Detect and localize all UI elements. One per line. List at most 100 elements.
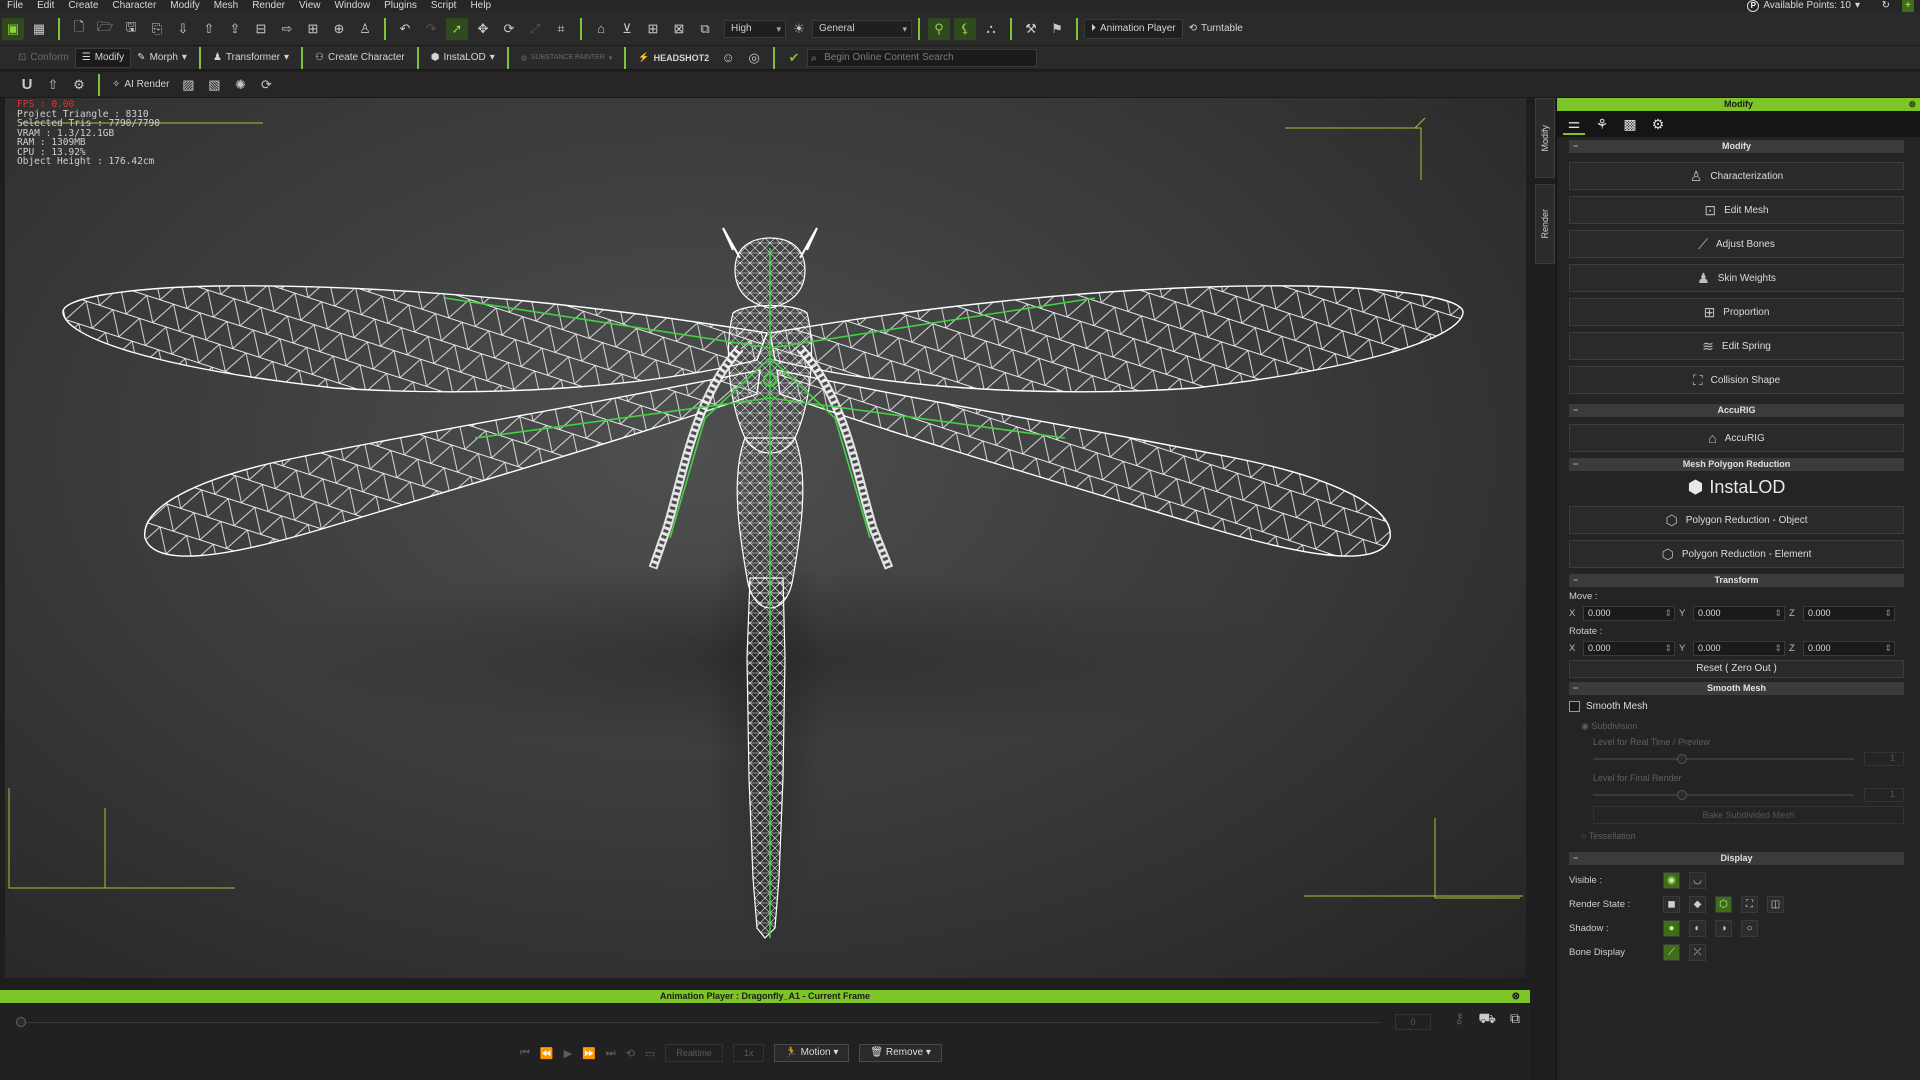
export-dropdown-icon[interactable]: ⇪: [224, 18, 246, 40]
shadow-receive-icon[interactable]: ◑: [1715, 919, 1732, 937]
headshot-button[interactable]: ⚡ HEADSHOT2: [632, 48, 715, 68]
section-smooth-mesh[interactable]: − Smooth Mesh: [1569, 682, 1904, 695]
3d-viewport[interactable]: FPS : 0.00 Project Triangle : 8310 Selec…: [5, 98, 1526, 978]
close-icon[interactable]: ⊗: [1908, 98, 1916, 111]
transformer-button[interactable]: ♟ Transformer ▾: [207, 48, 295, 68]
quality-dropdown[interactable]: High: [724, 19, 786, 38]
adjust-bones-button[interactable]: ⟋ Adjust Bones: [1569, 230, 1904, 258]
section-accurig[interactable]: − AccuRIG: [1569, 404, 1904, 417]
content-icon[interactable]: ✔: [783, 47, 805, 69]
light-icon[interactable]: ☀: [788, 18, 810, 40]
menu-script[interactable]: Script: [424, 0, 464, 12]
scale-icon[interactable]: ⤢: [524, 18, 546, 40]
remove-button[interactable]: 🗑 Remove ▾: [859, 1044, 942, 1062]
characterization-button[interactable]: ♙ Characterization: [1569, 162, 1904, 190]
head-icon[interactable]: ☺: [717, 47, 739, 69]
figure-icon[interactable]: ♙: [354, 18, 376, 40]
section-display[interactable]: − Display: [1569, 852, 1904, 865]
speed-dropdown[interactable]: 1x: [732, 1044, 765, 1062]
move-y-input[interactable]: 0.000: [1693, 606, 1785, 621]
image-icon[interactable]: ▨: [177, 74, 199, 96]
layers-icon[interactable]: ⧉: [694, 18, 716, 40]
smooth-mesh-checkbox-row[interactable]: Smooth Mesh: [1569, 701, 1908, 712]
tools-icon[interactable]: ⚒: [1020, 18, 1042, 40]
image-export-icon[interactable]: ▧: [203, 74, 225, 96]
sun-settings-icon[interactable]: ✺: [229, 74, 251, 96]
new-file-icon[interactable]: 🗋: [68, 18, 90, 40]
flag-icon[interactable]: ⚑: [1046, 18, 1068, 40]
snap-icon[interactable]: ⌗: [550, 18, 572, 40]
shadow-on-icon[interactable]: ●: [1663, 919, 1680, 937]
section-modify[interactable]: − Modify: [1569, 140, 1904, 153]
tab-render[interactable]: Render: [1535, 184, 1555, 264]
content-search-input[interactable]: ⌕ Begin Online Content Search: [807, 48, 1038, 67]
frame-icon[interactable]: ⊠: [668, 18, 690, 40]
link-icon[interactable]: ⟳: [255, 74, 277, 96]
proportion-button[interactable]: ⊞ Proportion: [1569, 298, 1904, 326]
reset-transform-button[interactable]: Reset ( Zero Out ): [1569, 660, 1904, 678]
refresh-icon[interactable]: ↻: [1882, 0, 1890, 12]
render-wireframe-icon[interactable]: ⬡: [1715, 895, 1732, 913]
checker-icon[interactable]: ▩: [1619, 113, 1641, 135]
settings-gear-icon[interactable]: ⚙: [68, 74, 90, 96]
menu-character[interactable]: Character: [105, 0, 163, 12]
upload-icon[interactable]: ⇧: [42, 74, 64, 96]
menu-create[interactable]: Create: [61, 0, 105, 12]
pack-icon[interactable]: ⊟: [250, 18, 272, 40]
eye-closed-icon[interactable]: ◡: [1689, 871, 1706, 889]
save-as-icon[interactable]: ⎘: [146, 18, 168, 40]
menu-window[interactable]: Window: [328, 0, 378, 12]
loop-icon[interactable]: ⟲: [626, 1047, 635, 1060]
rotate-z-input[interactable]: 0.000: [1803, 641, 1895, 656]
turntable-button[interactable]: ⟲ Turntable: [1183, 19, 1249, 39]
render-shaded-icon[interactable]: ◼: [1663, 895, 1680, 913]
next-frame-icon[interactable]: ⏩: [582, 1047, 596, 1060]
current-frame-input[interactable]: 0: [1395, 1014, 1431, 1030]
menu-mesh[interactable]: Mesh: [207, 0, 245, 12]
move-z-input[interactable]: 0.000: [1803, 606, 1895, 621]
go-to-start-icon[interactable]: ⏮: [520, 1047, 530, 1060]
menu-file[interactable]: File: [0, 0, 30, 12]
mocap-icon[interactable]: ⚲: [928, 17, 950, 40]
create-character-button[interactable]: ⚇ Create Character: [309, 48, 411, 68]
level-final-value[interactable]: 1: [1864, 788, 1904, 802]
section-mesh-reduction[interactable]: − Mesh Polygon Reduction: [1569, 458, 1904, 471]
open-folder-icon[interactable]: 🗁: [94, 18, 116, 40]
undo-icon[interactable]: ↶: [394, 18, 416, 40]
save-icon[interactable]: 🖫: [120, 18, 142, 40]
edit-mesh-button[interactable]: ⊡ Edit Mesh: [1569, 196, 1904, 224]
timeline-track[interactable]: [16, 1022, 1381, 1023]
modify-button[interactable]: ☰ Modify: [74, 47, 132, 68]
menu-view[interactable]: View: [292, 0, 328, 12]
eye-icon[interactable]: ◉: [1663, 871, 1680, 889]
morph-button[interactable]: ✎ Morph ▾: [131, 48, 193, 68]
render-icon[interactable]: ⊞: [302, 18, 324, 40]
level-realtime-value[interactable]: 1: [1864, 752, 1904, 766]
substance-button[interactable]: ◍ SUBSTANCE PAINTER ▾: [515, 48, 619, 68]
section-transform[interactable]: − Transform: [1569, 574, 1904, 587]
rotate-y-input[interactable]: 0.000: [1693, 641, 1785, 656]
record-icon[interactable]: ▭: [645, 1047, 655, 1060]
align-icon[interactable]: ⊻: [616, 18, 638, 40]
rotate-icon[interactable]: ⟳: [498, 18, 520, 40]
level-final-slider[interactable]: 1: [1593, 788, 1904, 802]
menu-edit[interactable]: Edit: [30, 0, 61, 12]
grid-icon[interactable]: ⊞: [642, 18, 664, 40]
available-points[interactable]: P Available Points: 10 ▾: [1747, 0, 1860, 12]
subdivision-radio[interactable]: ◉ Subdivision: [1581, 718, 1920, 734]
level-realtime-slider[interactable]: 1: [1593, 752, 1904, 766]
crowd-icon[interactable]: ⛬: [980, 18, 1002, 40]
render-smooth-icon[interactable]: ◆: [1689, 895, 1706, 913]
tab-modify[interactable]: Modify: [1535, 98, 1555, 178]
select-icon[interactable]: ➚: [446, 17, 468, 40]
project-icon[interactable]: ▣: [2, 17, 24, 40]
polygon-reduction-element-button[interactable]: ⬡ Polygon Reduction - Element: [1569, 540, 1904, 568]
menu-modify[interactable]: Modify: [163, 0, 206, 12]
animation-player-button[interactable]: ⏵ Animation Player: [1084, 18, 1183, 39]
instalod-button[interactable]: ⬢ InstaLOD ▾: [425, 48, 501, 68]
shadow-off-icon[interactable]: ○: [1741, 919, 1758, 937]
edit-spring-button[interactable]: ≋ Edit Spring: [1569, 332, 1904, 360]
polygon-reduction-object-button[interactable]: ⬡ Polygon Reduction - Object: [1569, 506, 1904, 534]
import-icon[interactable]: ⇩: [172, 18, 194, 40]
window-icon[interactable]: ⧉: [1510, 1010, 1520, 1029]
